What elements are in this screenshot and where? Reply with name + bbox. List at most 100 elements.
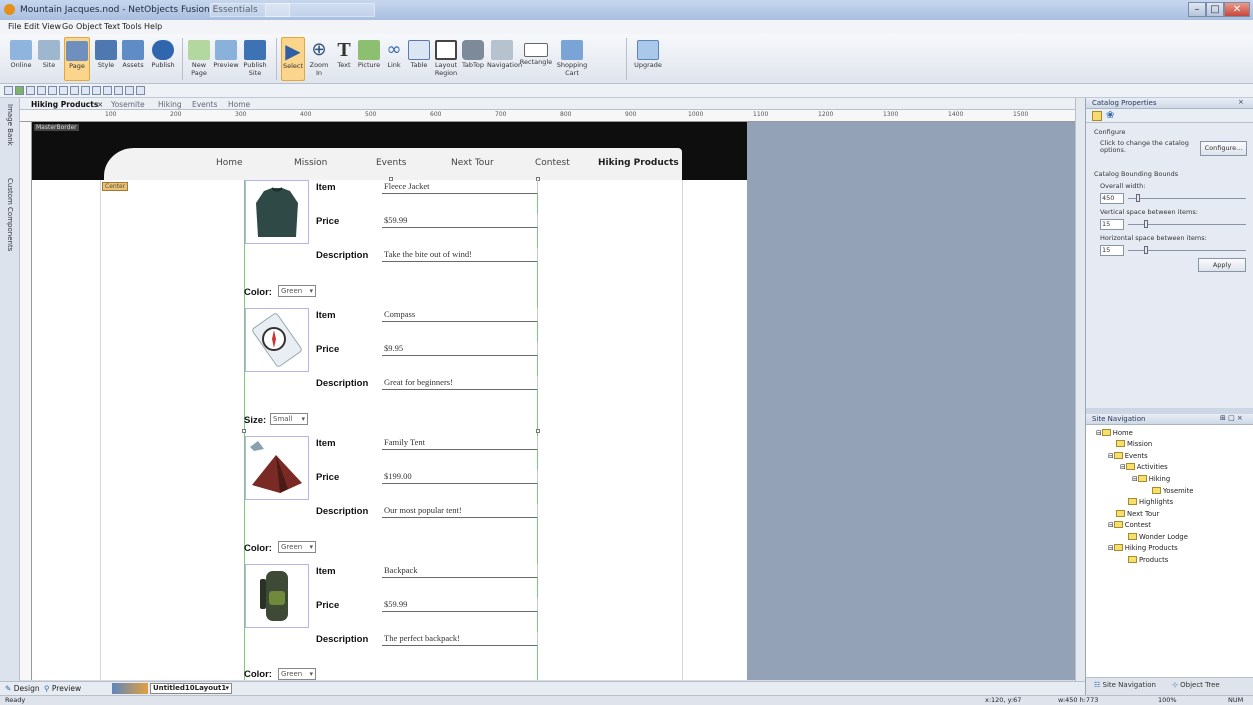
panel-icon[interactable] xyxy=(125,86,134,95)
footer-icon[interactable] xyxy=(81,86,90,95)
custom-components-tab[interactable]: Custom Components xyxy=(6,178,14,251)
nav-contest[interactable]: Contest xyxy=(535,158,570,168)
toolbar-zoom-button[interactable]: ⊕ Zoom In xyxy=(307,37,331,81)
toolbar-table-button[interactable]: Table xyxy=(407,37,431,81)
tree-node-home[interactable]: ⊟ Home xyxy=(1096,429,1133,437)
toolbar-tabtop-button[interactable]: TabTop xyxy=(461,37,485,81)
description-field[interactable]: Take the bite out of wind! xyxy=(382,248,538,262)
design-canvas[interactable]: MasterBorder Home Mission Events Next To… xyxy=(32,122,1075,680)
toolbar-preview-button[interactable]: Preview xyxy=(212,37,240,81)
overall-width-input[interactable]: 450 xyxy=(1100,193,1124,204)
option-select[interactable]: Green ▾ xyxy=(278,668,316,680)
tree-node-highlights[interactable]: Highlights xyxy=(1128,498,1173,506)
panel-controls-icon[interactable]: ⊞ □ × xyxy=(1220,414,1243,422)
toolbar-select-button[interactable]: ▶ Select xyxy=(281,37,305,81)
column-icon[interactable] xyxy=(48,86,57,95)
frame-icon[interactable] xyxy=(37,86,46,95)
menu-view[interactable]: View xyxy=(42,22,61,31)
toolbar-upgrade-button[interactable]: Upgrade xyxy=(632,37,664,81)
price-field[interactable]: $59.99 xyxy=(382,598,538,612)
description-field[interactable]: The perfect backpack! xyxy=(382,632,538,646)
toolbar-link-button[interactable]: ∞ Link xyxy=(383,37,405,81)
configure-button[interactable]: Configure... xyxy=(1200,141,1247,156)
list-icon[interactable] xyxy=(114,86,123,95)
split-icon[interactable] xyxy=(92,86,101,95)
product-image-jacket[interactable] xyxy=(245,180,309,244)
layout-switch-icons[interactable] xyxy=(112,683,148,694)
slider-thumb[interactable] xyxy=(1144,246,1148,254)
overall-width-slider[interactable] xyxy=(1128,198,1246,199)
toolbar-rectangle-button[interactable]: Rectangle xyxy=(519,37,553,81)
tree-node-activities[interactable]: ⊟ Activities xyxy=(1120,463,1168,471)
slider-thumb[interactable] xyxy=(1136,194,1140,202)
tree-node-products[interactable]: Products xyxy=(1128,556,1168,564)
product-image-compass[interactable] xyxy=(245,308,309,372)
align-icon[interactable] xyxy=(4,86,13,95)
nav-mission[interactable]: Mission xyxy=(294,158,327,168)
design-view-button[interactable]: ✎ Design xyxy=(5,684,40,693)
item-field[interactable]: Fleece Jacket xyxy=(382,180,538,194)
tree-node-yosemite[interactable]: Yosemite xyxy=(1152,487,1194,495)
header-icon[interactable] xyxy=(70,86,79,95)
horizontal-space-input[interactable]: 15 xyxy=(1100,245,1124,256)
maximize-button[interactable]: □ xyxy=(1206,2,1224,17)
item-field[interactable]: Backpack xyxy=(382,564,538,578)
description-field[interactable]: Our most popular tent! xyxy=(382,504,538,518)
apply-button[interactable]: Apply xyxy=(1198,258,1246,272)
close-button[interactable]: ✕ xyxy=(1224,2,1250,17)
tree-node-wonder-lodge[interactable]: Wonder Lodge xyxy=(1128,533,1188,541)
minimize-button[interactable]: – xyxy=(1188,2,1206,17)
option-select[interactable]: Green ▾ xyxy=(278,285,316,297)
nav-home[interactable]: Home xyxy=(216,158,243,168)
item-field[interactable]: Family Tent xyxy=(382,436,538,450)
layout-select[interactable]: Untitled10Layout1 ▾ xyxy=(150,683,232,694)
item-field[interactable]: Compass xyxy=(382,308,538,322)
tab-events[interactable]: Events xyxy=(192,100,217,109)
tab-close-icon[interactable]: × xyxy=(97,100,103,109)
image-bank-tab[interactable]: Image Bank xyxy=(6,104,14,146)
toolbar-publish-site-button[interactable]: Publish Site xyxy=(240,37,270,81)
price-field[interactable]: $9.95 xyxy=(382,342,538,356)
toolbar-layout-region-button[interactable]: Layout Region xyxy=(433,37,459,81)
panel-close-icon[interactable]: × xyxy=(1238,98,1244,106)
menu-go[interactable]: Go xyxy=(62,22,73,31)
tree-node-events[interactable]: ⊟ Events xyxy=(1108,452,1148,460)
tab-home[interactable]: Home xyxy=(228,100,250,109)
description-field[interactable]: Great for beginners! xyxy=(382,376,538,390)
site-navigation-tab[interactable]: ☷ Site Navigation xyxy=(1094,681,1156,689)
canvas-vertical-scrollbar[interactable] xyxy=(1075,98,1085,681)
price-field[interactable]: $59.99 xyxy=(382,214,538,228)
price-field[interactable]: $199.00 xyxy=(382,470,538,484)
toolbar-shopping-cart-button[interactable]: Shopping Cart xyxy=(555,37,589,81)
tree-node-hiking-products[interactable]: ⊟ Hiking Products xyxy=(1108,544,1178,552)
menu-text[interactable]: Text xyxy=(104,22,120,31)
menu-help[interactable]: Help xyxy=(144,22,162,31)
resize-handle[interactable] xyxy=(536,429,540,433)
gear-icon[interactable]: ❀ xyxy=(1106,110,1114,121)
menu-edit[interactable]: Edit xyxy=(24,22,40,31)
nav-events[interactable]: Events xyxy=(376,158,406,168)
tree-node-hiking[interactable]: ⊟ Hiking xyxy=(1132,475,1170,483)
toolbar-site-button[interactable]: Site xyxy=(36,37,62,81)
option-select[interactable]: Small ▾ xyxy=(270,413,308,425)
slider-thumb[interactable] xyxy=(1144,220,1148,228)
preview-view-button[interactable]: ⚲ Preview xyxy=(44,684,81,693)
toolbar-page-button[interactable]: Page xyxy=(64,37,90,81)
resize-handle[interactable] xyxy=(242,429,246,433)
toolbar-text-button[interactable]: T Text xyxy=(333,37,355,81)
row-icon[interactable] xyxy=(59,86,68,95)
menu-object[interactable]: Object xyxy=(76,22,102,31)
toolbar-new-page-button[interactable]: New Page xyxy=(186,37,212,81)
menu-file[interactable]: File xyxy=(8,22,21,31)
nav-next-tour[interactable]: Next Tour xyxy=(451,158,494,168)
tab-hiking[interactable]: Hiking xyxy=(158,100,182,109)
toolbar-style-button[interactable]: Style xyxy=(94,37,118,81)
toolbar-publish-button[interactable]: Publish xyxy=(148,37,178,81)
toolbar-picture-button[interactable]: Picture xyxy=(357,37,381,81)
product-image-tent[interactable] xyxy=(245,436,309,500)
menu-tools[interactable]: Tools xyxy=(122,22,142,31)
grid-icon[interactable] xyxy=(26,86,35,95)
table-layout-icon[interactable] xyxy=(103,86,112,95)
tree-node-mission[interactable]: Mission xyxy=(1116,440,1152,448)
vertical-space-input[interactable]: 15 xyxy=(1100,219,1124,230)
